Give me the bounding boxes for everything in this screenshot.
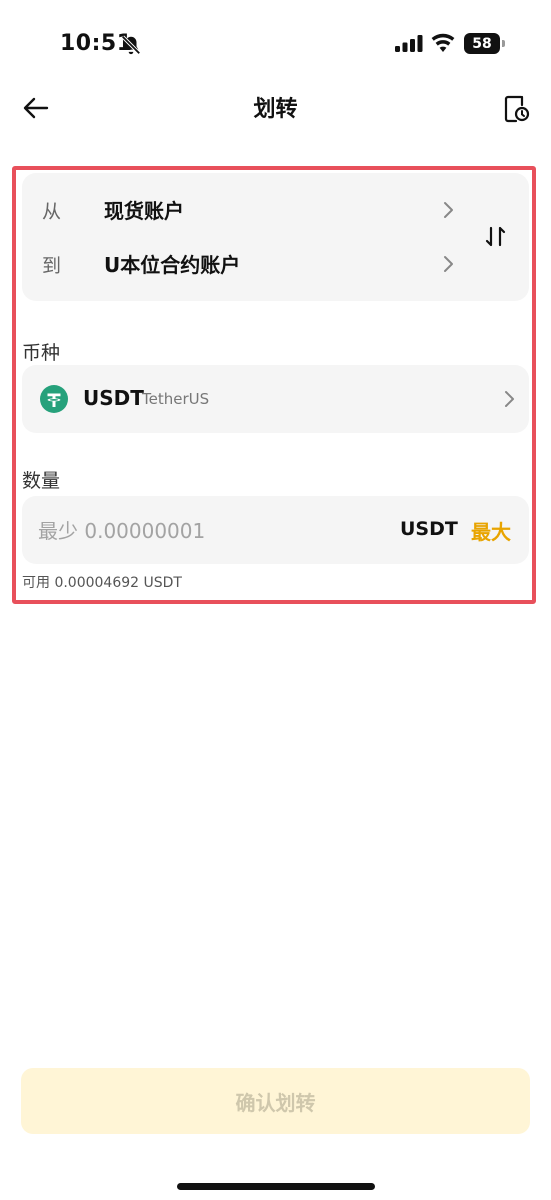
- max-amount-button[interactable]: 最大: [471, 516, 511, 545]
- from-account-selector[interactable]: 从 现货账户: [22, 185, 477, 235]
- wifi-icon: [431, 33, 455, 52]
- status-bar: 10:51 58: [0, 0, 551, 88]
- available-balance: 可用 0.00004692 USDT: [22, 575, 182, 591]
- transfer-history-button[interactable]: [500, 92, 532, 124]
- coin-full-name: TetherUS: [142, 390, 210, 408]
- confirm-transfer-button[interactable]: 确认划转: [21, 1068, 530, 1134]
- coin-symbol: USDT: [83, 386, 144, 410]
- amount-field-container: USDT 最大: [22, 496, 529, 564]
- to-label: 到: [42, 255, 62, 277]
- coin-section-label: 币种: [22, 342, 61, 364]
- coin-selector[interactable]: USDT TetherUS: [22, 365, 529, 433]
- amount-unit: USDT: [400, 518, 458, 540]
- amount-input[interactable]: [38, 514, 388, 548]
- chevron-right-icon: [444, 202, 453, 218]
- chevron-right-icon: [505, 391, 514, 407]
- transfer-history-icon: [504, 95, 530, 123]
- amount-section-label: 数量: [22, 470, 61, 492]
- battery-icon: 58: [464, 33, 506, 54]
- from-label: 从: [42, 201, 62, 223]
- tether-icon: [40, 385, 68, 413]
- to-account-name: U本位合约账户: [104, 253, 241, 277]
- swap-accounts-button[interactable]: [480, 221, 512, 253]
- home-indicator: [177, 1183, 375, 1190]
- battery-level: 58: [464, 33, 500, 54]
- chevron-right-icon: [444, 256, 453, 272]
- page-title: 划转: [253, 97, 298, 122]
- to-account-selector[interactable]: 到 U本位合约账户: [22, 239, 477, 289]
- from-account-name: 现货账户: [104, 199, 184, 223]
- cellular-signal-icon: [395, 35, 423, 52]
- bell-muted-icon: [121, 35, 141, 55]
- swap-vertical-icon: [485, 226, 506, 247]
- transfer-account-card: 从 现货账户 到 U本位合约账户: [22, 173, 529, 301]
